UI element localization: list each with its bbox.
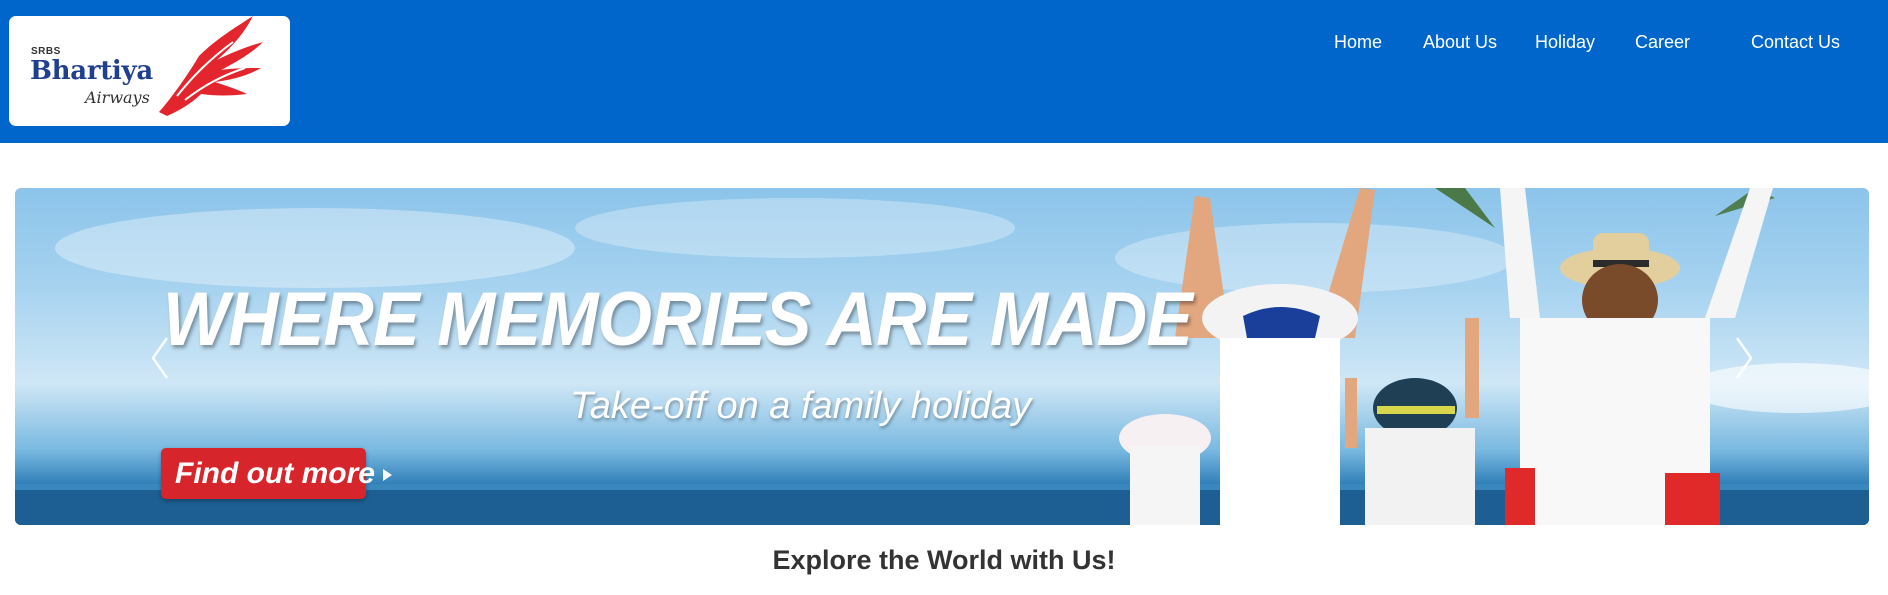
brand-logo[interactable]: SRBS Bhartiya Airways	[9, 16, 290, 126]
nav-career[interactable]: Career	[1635, 32, 1690, 53]
logo-wordmark: Bhartiya	[30, 56, 153, 86]
banner-subline: Take-off on a family holiday	[570, 385, 1032, 427]
section-title: Explore the World with Us!	[772, 545, 1116, 575]
nav-contact-us[interactable]: Contact Us	[1751, 32, 1840, 53]
hero-carousel: WHERE MEMORIES ARE MADE Take-off on a fa…	[15, 188, 1869, 525]
nav-home[interactable]: Home	[1334, 32, 1382, 53]
find-out-more-button[interactable]: Find out more	[161, 448, 392, 499]
play-arrow-icon	[382, 469, 392, 481]
banner-headline: WHERE MEMORIES ARE MADE	[163, 277, 1193, 362]
nav-about-us[interactable]: About Us	[1423, 32, 1497, 53]
cta-label: Find out more	[175, 457, 375, 490]
chevron-left-icon[interactable]	[145, 334, 175, 382]
nav-holiday[interactable]: Holiday	[1535, 32, 1595, 53]
wing-icon	[159, 16, 263, 116]
chevron-right-icon[interactable]	[1729, 334, 1759, 382]
site-header: SRBS Bhartiya Airways Home About Us Holi…	[0, 0, 1888, 143]
